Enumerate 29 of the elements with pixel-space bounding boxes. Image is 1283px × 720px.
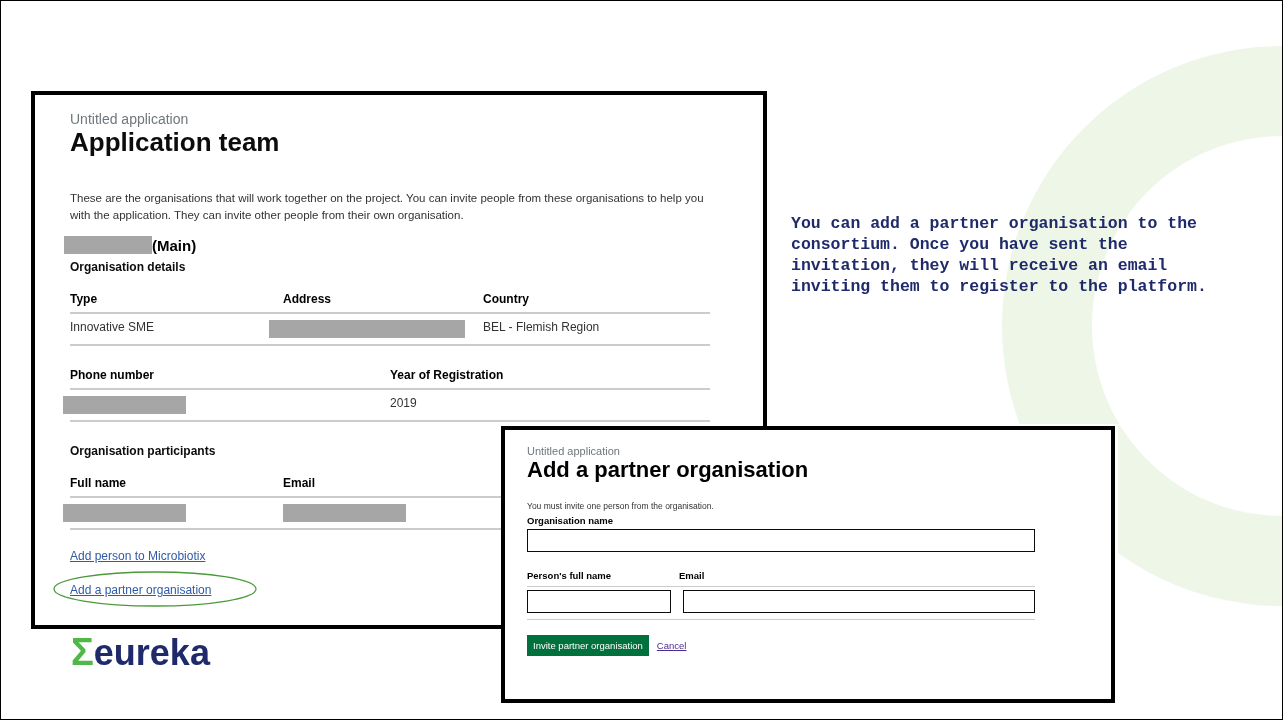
page-caption: Untitled application [527,445,620,457]
page-title: Application team [70,127,280,158]
column-header: Country [483,292,710,314]
table-cell: Innovative SME [70,320,155,334]
section-heading: Organisation details [70,260,186,274]
column-header: Full name [70,476,283,498]
link[interactable]: Add person to Microbiotix [70,549,206,563]
column-header: Address [283,292,483,314]
email-field[interactable] [683,590,1035,613]
page-caption: Untitled application [70,111,189,127]
logo-sigma: Σ [71,631,94,674]
organisation-name-field[interactable] [527,529,1035,552]
invite-button[interactable]: Invite partner organisation [527,635,649,656]
field-label: Email [679,570,705,581]
cancel-link[interactable]: Cancel [656,640,687,651]
logo-wordmark: eureka [93,632,210,674]
organisation-name: (Main) [152,236,197,254]
table-cell: 2019 [390,396,417,410]
section-heading: Organisation participants [70,444,216,458]
column-header: Type [70,292,283,314]
field-label: Organisation name [527,515,614,526]
full-name-field[interactable] [527,590,671,613]
explanation-text: You can add a partner organisation to the consortium. Once you have sent the invitation, they will receive an email inviting them to register to the platform. [791,213,1208,297]
field-label: Person's full name [527,570,612,581]
table-cell: BEL - Flemish Region [483,320,600,334]
intro-text: These are the organisations that will work together on the project. You can invite people from these organisations to help you with the application. They can invite other people from their own organisation. [70,191,705,223]
hint-text: You must invite one person from the organisation. [527,501,714,511]
column-header: Phone number [70,368,390,390]
column-header: Year of Registration [390,368,710,390]
